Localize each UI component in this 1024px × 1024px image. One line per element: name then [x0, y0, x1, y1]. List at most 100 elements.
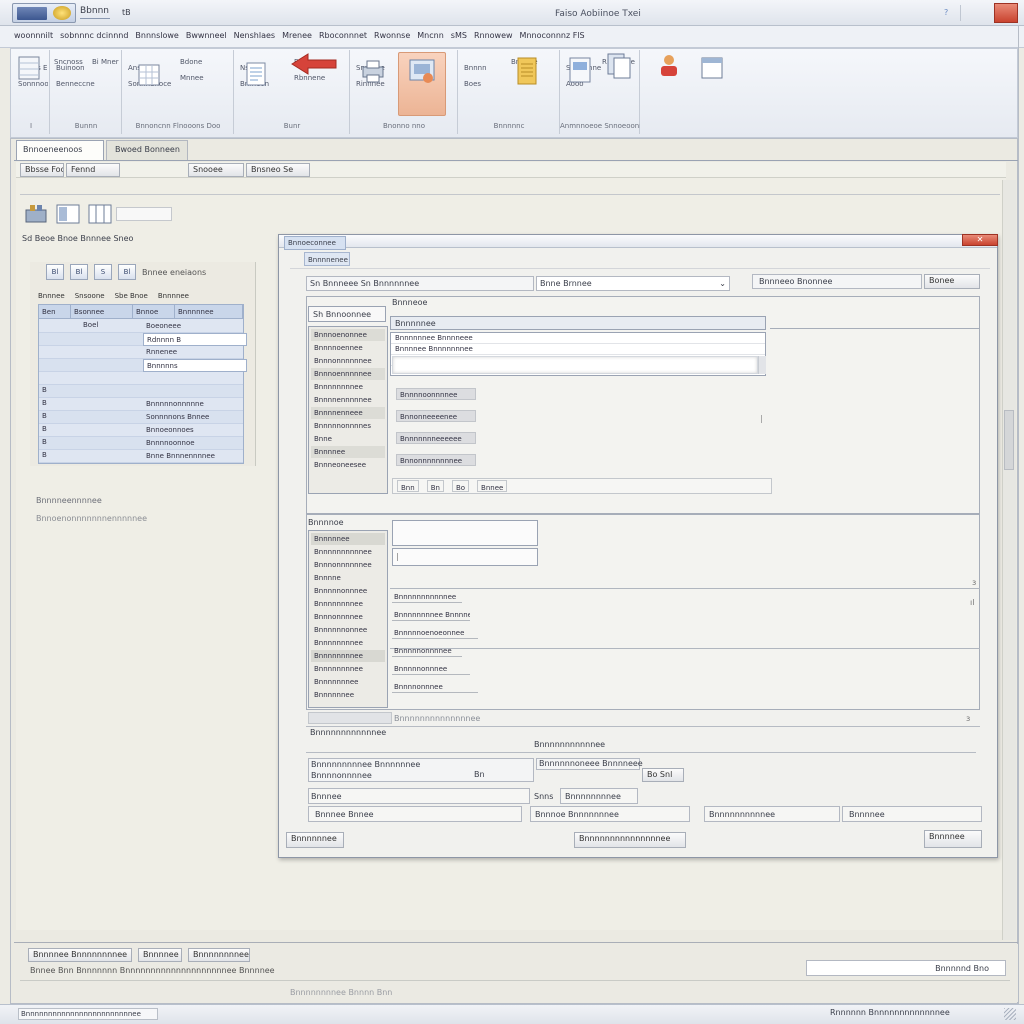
- group-2-list-item[interactable]: Bnnnnnonnnee: [311, 585, 385, 597]
- ribbon-tab[interactable]: Rnnowew: [474, 31, 513, 45]
- ribbon-tab[interactable]: Rwonnse: [374, 31, 410, 45]
- group-1-list-item[interactable]: Bnnnnoennee: [311, 342, 385, 354]
- group-1-item[interactable]: Bnnonnnnnnnnee: [396, 454, 476, 466]
- ribbon-tab[interactable]: Nenshlaes: [234, 31, 275, 45]
- form-toolbar-item-2[interactable]: Fennd: [66, 163, 120, 177]
- group-1-item[interactable]: Bnnonneeeenee: [396, 410, 476, 422]
- form-toolbar-item-3[interactable]: Snooee: [188, 163, 244, 177]
- group-2-list-item[interactable]: Bnnnnnnnnee: [311, 637, 385, 649]
- group-2-list-item[interactable]: Bnnnne: [311, 572, 385, 584]
- group-1-grid-row[interactable]: Bnnnnnnee Bnnnneee: [391, 333, 765, 344]
- group-2-item[interactable]: Bnnnnnonnnnee: [392, 646, 462, 657]
- tree-tool-label[interactable]: Bnnee eneiaons: [142, 264, 206, 282]
- group-1-list-item[interactable]: Bnnnnee: [311, 446, 385, 458]
- layout-icon[interactable]: [56, 204, 80, 224]
- ribbon-tab[interactable]: Mnnoconnnz FlS: [520, 31, 585, 45]
- group-1-bottom-item[interactable]: Bnn: [397, 480, 419, 492]
- form-toolbar-item-1[interactable]: Bbsse Foos: [20, 163, 64, 177]
- row5-field-3[interactable]: Bnnnnnnnnnnee: [704, 806, 840, 822]
- ribbon-button[interactable]: Buinoon: [56, 64, 85, 72]
- group-2-list-item[interactable]: Bnnnnnnnnee: [311, 663, 385, 675]
- group-2-list-item[interactable]: Bnnnnnnonnee: [311, 624, 385, 636]
- ribbon-tab[interactable]: Bnnnslowe: [135, 31, 178, 45]
- left-grid-row[interactable]: Rdnnnn B: [39, 333, 247, 346]
- left-grid-column-header[interactable]: Bsonnee: [71, 305, 133, 318]
- tree-tool-button[interactable]: Bl: [118, 264, 136, 280]
- row3-button[interactable]: Bo Snl: [642, 768, 684, 782]
- group-2-item[interactable]: Bnnnnnonnnee: [392, 664, 470, 675]
- group-1-list-item[interactable]: Bnnnnnonnnnes: [311, 420, 385, 432]
- ribbon-tab[interactable]: sobnnnc dcinnnd: [60, 31, 128, 45]
- row5-field-2[interactable]: Bnnnoe Bnnnnnnnee: [530, 806, 690, 822]
- ribbon-button[interactable]: Bnnnn: [464, 64, 487, 72]
- group-1-list-item[interactable]: Bnnnnnnnnee: [311, 381, 385, 393]
- dialog-button-1[interactable]: Bnnnnnnee: [286, 832, 344, 848]
- row5-field-1[interactable]: Bnnnee Bnnee: [308, 806, 522, 822]
- group-2-list-item[interactable]: Bnnnnnnnnee: [311, 650, 385, 662]
- group-1-list-item[interactable]: Bnnnonnnnnnee: [311, 355, 385, 367]
- bottom-tab-2[interactable]: Bnnnnee: [138, 948, 182, 962]
- group-2-list-item[interactable]: Bnnnnnnnee: [311, 676, 385, 688]
- group-2-list-item[interactable]: Bnnnnnee: [311, 533, 385, 545]
- left-grid-row[interactable]: B Sonnnnons Bnnee: [39, 411, 243, 424]
- dialog-field-3[interactable]: Bnnneeo Bnonnee: [752, 274, 922, 289]
- row5-field-4[interactable]: Bnnnnee: [842, 806, 982, 822]
- dialog-field-2-dropdown-icon[interactable]: ⌄: [719, 279, 726, 289]
- bottom-right-field[interactable]: Bnnnnnd Bno: [806, 960, 1006, 976]
- left-grid-row[interactable]: Bnnnnns: [39, 359, 247, 372]
- group-2-item[interactable]: Bnnnnonnnee: [392, 682, 478, 693]
- ribbon-button[interactable]: Sonnnooe: [18, 80, 48, 88]
- group-1-list-item[interactable]: Bnnnoenonnee: [311, 329, 385, 341]
- group-2-list-item[interactable]: Bnnnnnnee: [311, 689, 385, 701]
- tree-tool-button[interactable]: S: [94, 264, 112, 280]
- left-grid-row[interactable]: Boel Boeoneee: [39, 320, 243, 333]
- group-1-bottom-item[interactable]: Bnnee: [477, 480, 508, 492]
- group-1-bottom-item[interactable]: Bn: [426, 480, 444, 492]
- minimize-button[interactable]: [960, 5, 982, 21]
- ribbon-tab[interactable]: Bwwnneel: [186, 31, 227, 45]
- doc-tab[interactable]: Bwoed Bonneen: [106, 140, 188, 160]
- left-grid-row[interactable]: B Bnnoeonnoes: [39, 424, 243, 437]
- bottom-tab-1[interactable]: Bnnnnee Bnnnnnnnnee: [28, 948, 132, 962]
- dialog-button-2[interactable]: Bnnnnnnnnnnnnnnnee: [574, 832, 686, 848]
- group-1-list-item[interactable]: Bnnnoennnnnee: [311, 368, 385, 380]
- ribbon-button[interactable]: Bi Mner: [92, 58, 119, 66]
- doc-tab-active[interactable]: Bnnoeneenoos: [16, 140, 104, 160]
- file-tab[interactable]: Bbnnn: [80, 6, 109, 16]
- ribbon-tab[interactable]: Rboconnnet: [319, 31, 367, 45]
- main-scrollbar-thumb[interactable]: [1004, 410, 1014, 470]
- group-1-item[interactable]: Bnnnnnnneeeeee: [396, 432, 476, 444]
- dialog-button-3[interactable]: Bnnnnee: [924, 830, 982, 848]
- ribbon-button[interactable]: Bdone: [180, 58, 202, 66]
- group-2-item[interactable]: Bnnnnnoenoeonnee: [392, 628, 478, 639]
- group-2-list-item[interactable]: Bnnnnnnnnee: [311, 598, 385, 610]
- group-1-list-item[interactable]: Bnne: [311, 433, 385, 445]
- group-1-grid-selected-row[interactable]: [392, 356, 758, 374]
- left-grid-row[interactable]: Rnnenee: [39, 346, 243, 359]
- group-2-item[interactable]: Bnnnnnnnnnnnee: [392, 592, 462, 603]
- group-2-field-2[interactable]: [392, 548, 538, 566]
- ribbon-button[interactable]: Mnnee: [180, 74, 204, 82]
- form-toolbar-item-4[interactable]: Bnsneo Se: [246, 163, 310, 177]
- group-1-grid-row[interactable]: Bnnnnee Bnnnnnnnee: [391, 344, 765, 355]
- ribbon-button[interactable]: Benneccne: [56, 80, 95, 88]
- group-2-list-item[interactable]: Bnnnnnnnnnnee: [311, 546, 385, 558]
- quick-access-toolbar[interactable]: tB: [122, 8, 131, 18]
- left-grid-column-header[interactable]: Bnnoe: [133, 305, 175, 318]
- row3-field-1[interactable]: Bnnnnnnnnnee Bnnnnnnee Bnnnnonnnnee: [308, 758, 534, 782]
- group-1-grid-scrollbar[interactable]: [758, 356, 766, 374]
- group-1-list-item[interactable]: Bnnneoneesee: [311, 459, 385, 471]
- group-1-list-item[interactable]: Bnnnnenneee: [311, 407, 385, 419]
- bottom-tab-3[interactable]: Bnnnnnnnnee: [188, 948, 250, 962]
- main-scrollbar[interactable]: [1002, 180, 1016, 940]
- dialog-field-2[interactable]: Bnne Brnnee ⌄: [536, 276, 730, 291]
- left-grid-row[interactable]: B Bnnnnoonnoe: [39, 437, 243, 450]
- tree-tool-button[interactable]: Bl: [46, 264, 64, 280]
- toolbar-field[interactable]: [116, 207, 172, 221]
- toolbox-icon[interactable]: [24, 202, 48, 224]
- dialog-close-button[interactable]: ✕: [962, 234, 998, 246]
- left-grid-column-header[interactable]: Ben: [39, 305, 71, 318]
- group-1-item[interactable]: Bnnnnoonnnnee: [396, 388, 476, 400]
- app-menu-button[interactable]: [12, 3, 76, 23]
- row4-field-2[interactable]: Bnnnnnnnnee: [560, 788, 638, 804]
